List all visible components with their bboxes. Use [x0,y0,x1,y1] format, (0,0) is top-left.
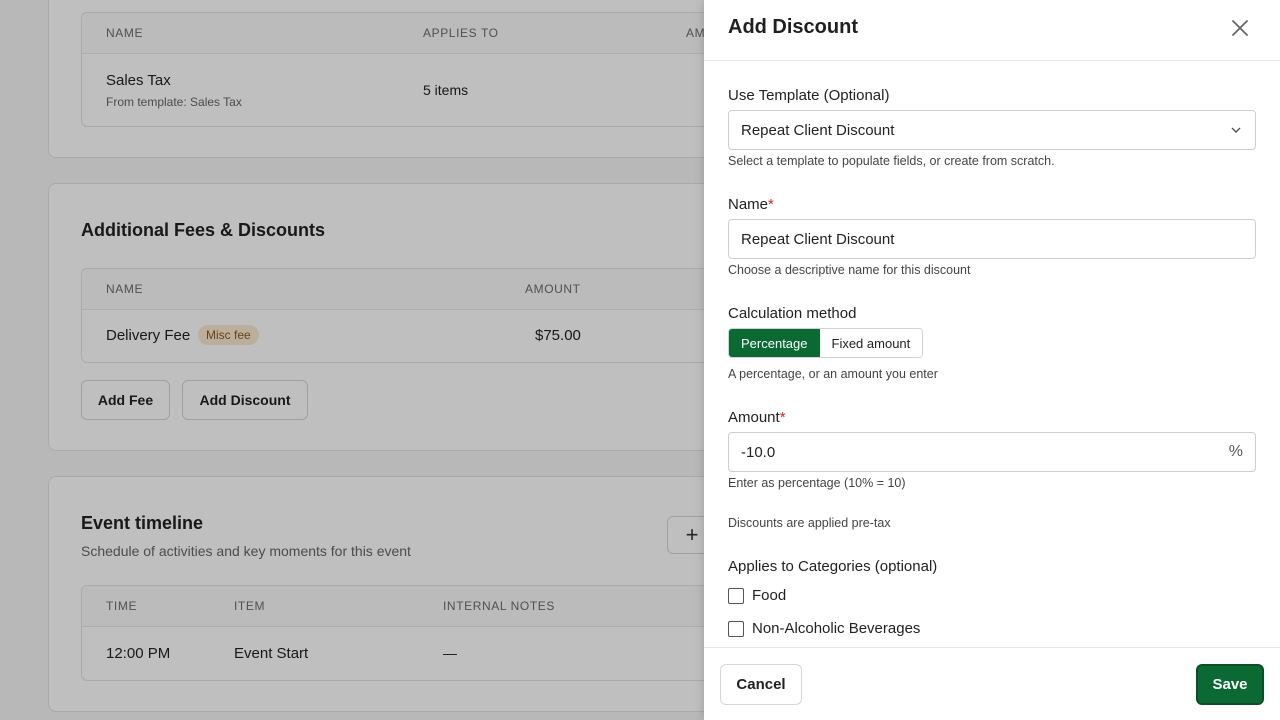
close-icon [1232,20,1248,36]
template-label: Use Template (Optional) [728,87,890,104]
name-input[interactable]: Repeat Client Discount [728,219,1256,259]
cancel-button[interactable]: Cancel [720,664,802,705]
drawer-footer: Cancel Save [704,647,1280,720]
amount-label-text: Amount [728,409,780,426]
amount-label: Amount* [728,409,786,426]
pretax-note: Discounts are applied pre-tax [728,516,891,530]
drawer-header: Add Discount [704,0,1280,61]
category-food[interactable]: Food [728,587,786,604]
close-button[interactable] [1228,16,1252,40]
category-food-label: Food [752,587,787,604]
calculation-help: A percentage, or an amount you enter [728,367,938,381]
category-food-checkbox[interactable] [728,587,744,604]
template-help: Select a template to populate fields, or… [728,154,1055,168]
amount-help: Enter as percentage (10% = 10) [728,476,906,490]
category-non-alcoholic-label: Non-Alcoholic Beverages [752,620,921,637]
name-input-value: Repeat Client Discount [741,230,895,248]
name-label: Name* [728,196,774,213]
amount-input-value: -10.0 [741,443,776,461]
name-help: Choose a descriptive name for this disco… [728,263,971,277]
categories-label: Applies to Categories (optional) [728,558,938,575]
fixed-amount-option[interactable]: Fixed amount [819,329,923,357]
amount-input[interactable]: -10.0 % [728,432,1256,472]
category-non-alcoholic-checkbox[interactable] [728,620,744,637]
template-select-value: Repeat Client Discount [741,121,895,139]
chevron-down-icon [1231,127,1241,133]
save-button[interactable]: Save [1196,664,1264,705]
template-select[interactable]: Repeat Client Discount [728,110,1256,150]
name-required-marker: * [768,196,774,213]
drawer-title: Add Discount [728,16,858,38]
amount-required-marker: * [779,409,786,426]
calculation-label: Calculation method [728,305,857,322]
category-non-alcoholic[interactable]: Non-Alcoholic Beverages [728,620,920,637]
percent-unit: % [1228,443,1243,460]
calculation-method-toggle: Percentage Fixed amount [728,328,924,358]
percentage-option[interactable]: Percentage [729,329,820,357]
add-discount-drawer: Add Discount Use Template (Optional) Rep… [704,0,1280,720]
name-label-text: Name [728,196,769,213]
modal-overlay[interactable] [0,0,704,720]
